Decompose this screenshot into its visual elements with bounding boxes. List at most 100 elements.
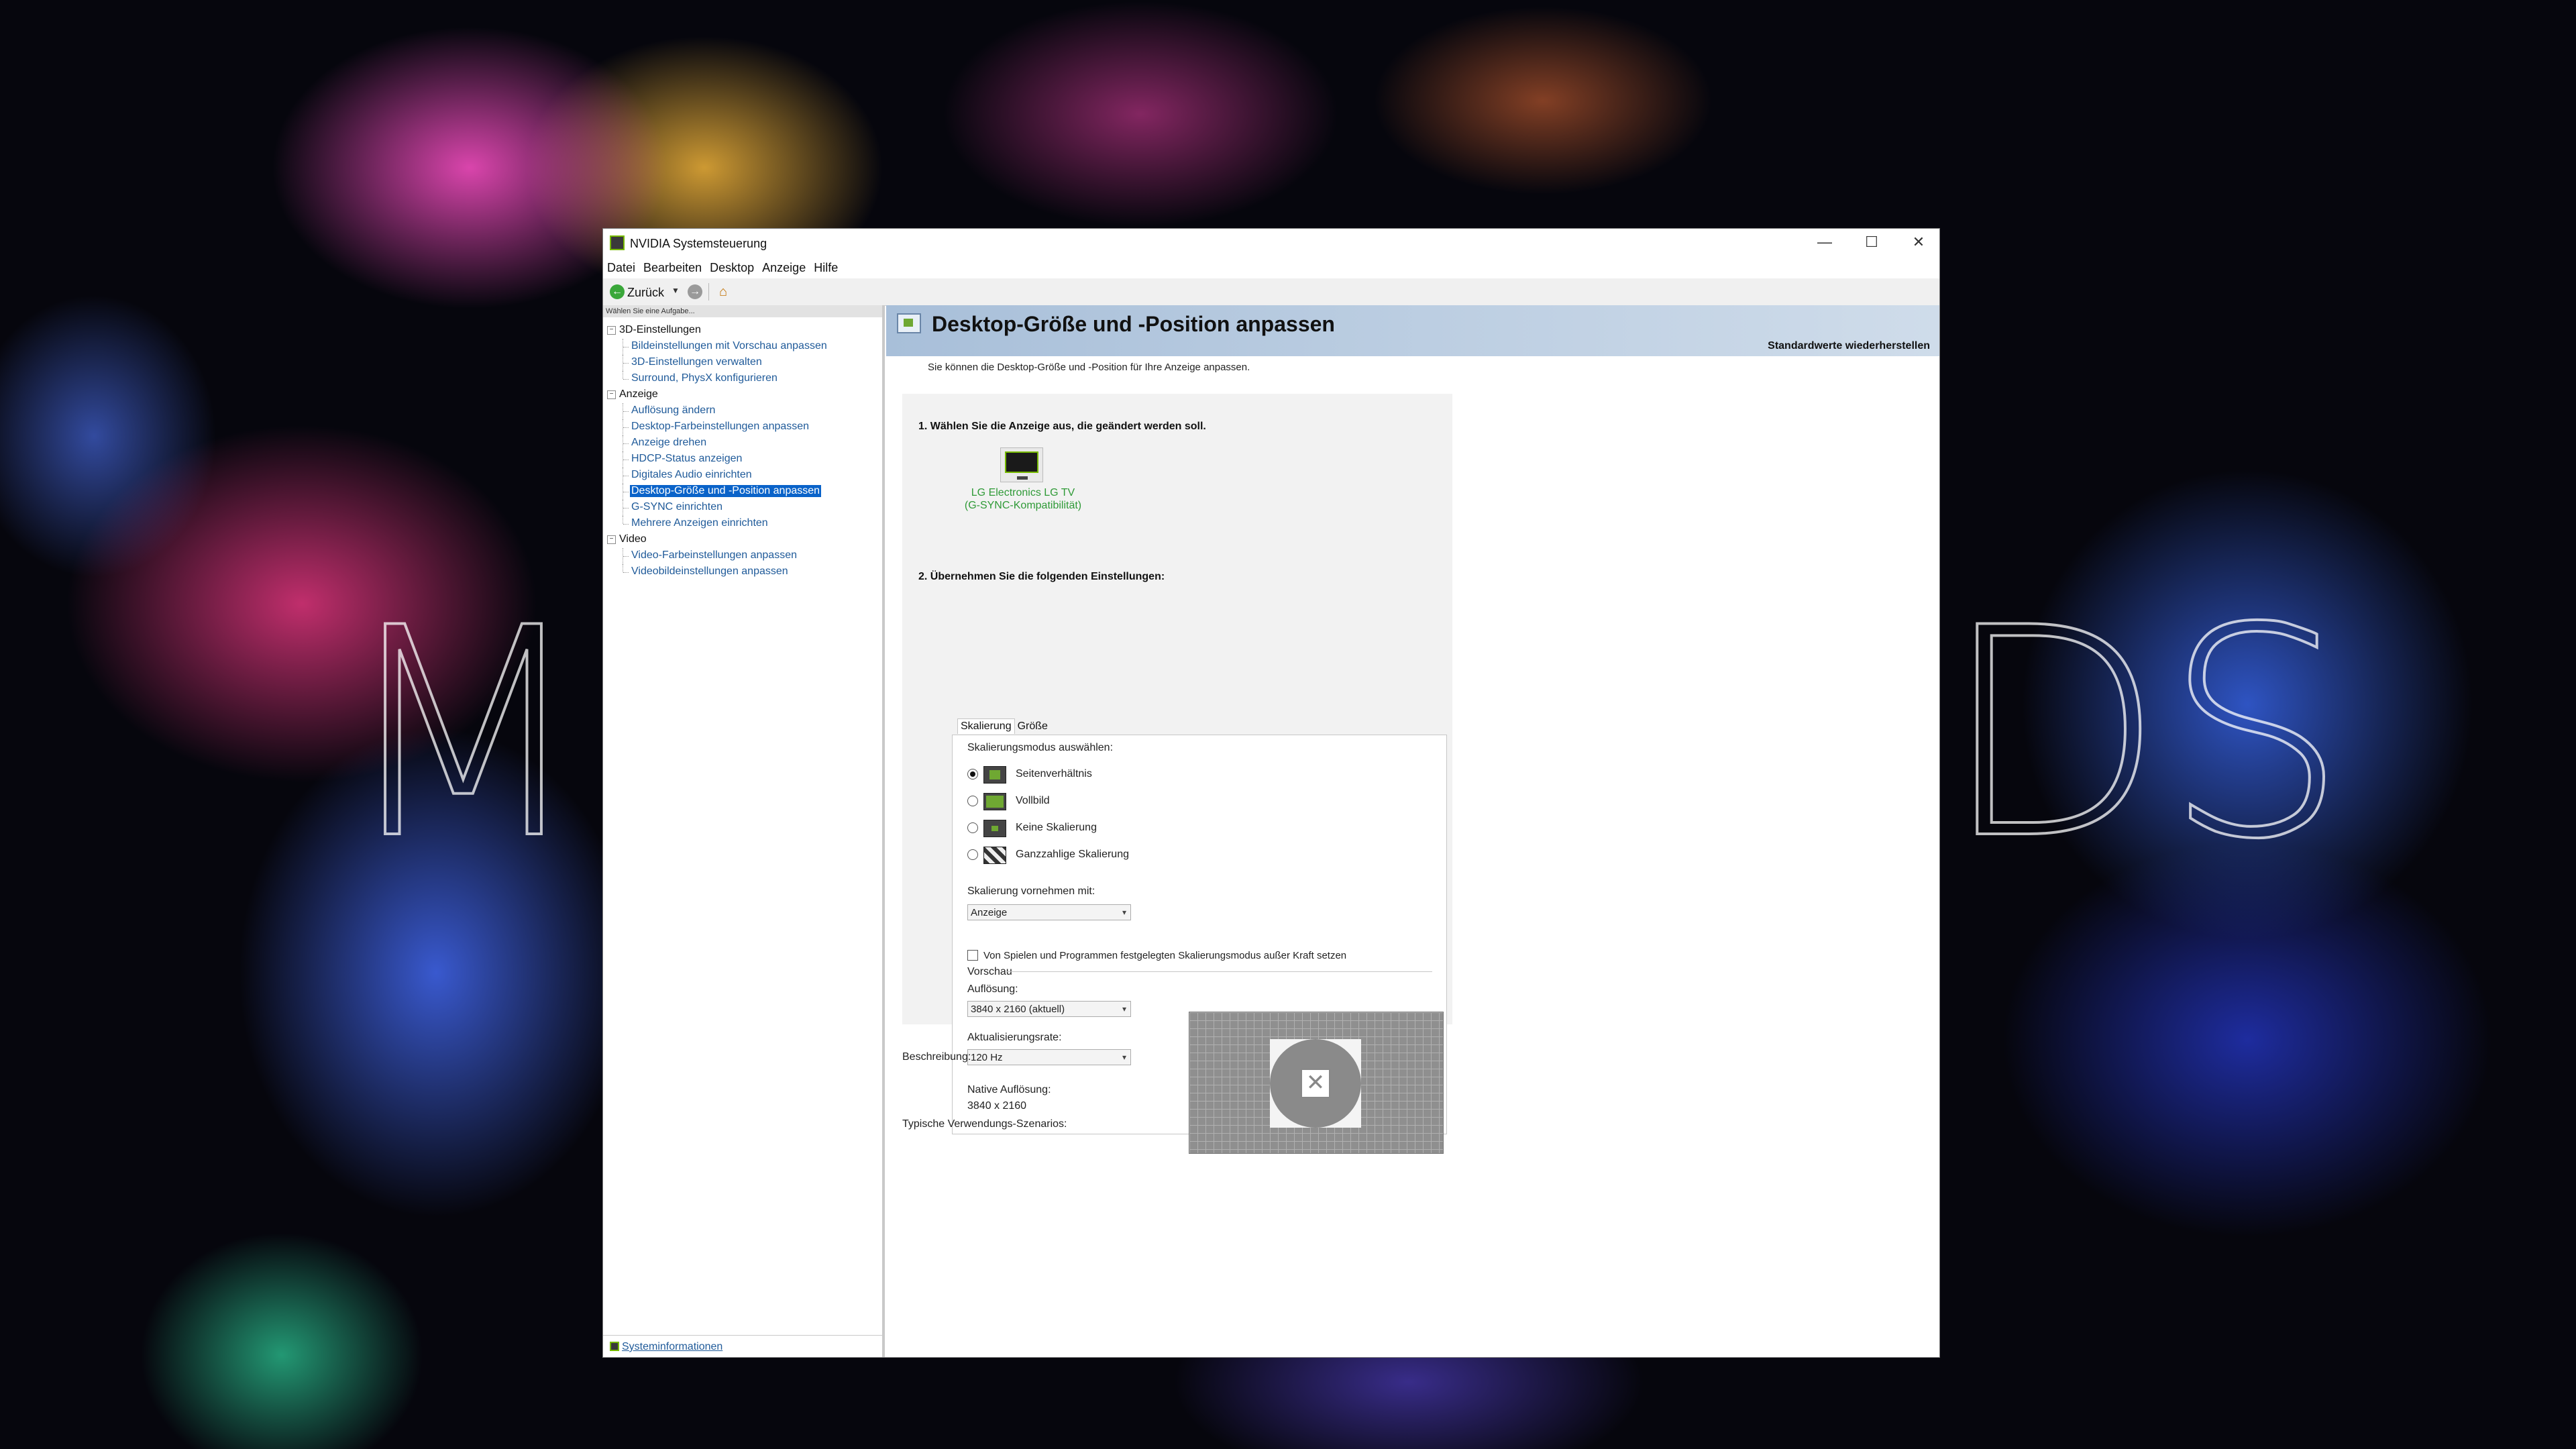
settings-area: 1. Wählen Sie die Anzeige aus, die geänd… [902, 394, 1452, 1154]
system-information-link[interactable]: Systeminformationen [610, 1341, 722, 1353]
tree-category-display[interactable]: − Anzeige [603, 387, 882, 403]
radio-aspect-ratio[interactable] [967, 769, 978, 780]
perform-scaling-select[interactable]: Anzeige ▾ [967, 904, 1131, 920]
tree-item-surround-physx[interactable]: Surround, PhysX konfigurieren [603, 371, 882, 387]
menu-desktop[interactable]: Desktop [706, 257, 758, 278]
desktop-size-page-icon [897, 313, 921, 333]
divider [603, 1335, 882, 1336]
override-scaling-checkbox[interactable] [967, 950, 978, 961]
tree-item-change-resolution[interactable]: Auflösung ändern [603, 403, 882, 419]
scaling-tab-panel: Skalierungsmodus auswählen: Seitenverhäl… [952, 735, 1447, 1154]
tab-scaling[interactable]: Skalierung [957, 718, 1015, 734]
nvidia-control-panel-window: NVIDIA Systemsteuerung — ☐ ✕ Datei Bearbe… [602, 228, 1940, 1358]
home-icon[interactable]: ⌂ [716, 284, 731, 299]
back-history-dropdown-icon[interactable]: ▼ [672, 286, 680, 295]
window-title: NVIDIA Systemsteuerung [630, 237, 767, 250]
resolution-select[interactable]: 3840 x 2160 (aktuell) ▾ [967, 1001, 1131, 1017]
radio-fullscreen[interactable] [967, 796, 978, 806]
tree-item-digital-audio[interactable]: Digitales Audio einrichten [603, 468, 882, 484]
menu-anzeige[interactable]: Anzeige [758, 257, 810, 278]
system-information-label[interactable]: Systeminformationen [622, 1341, 722, 1352]
back-arrow-icon[interactable]: ← [610, 284, 625, 299]
tree-item-label: G-SYNC einrichten [631, 501, 723, 513]
minimize-button[interactable]: — [1801, 229, 1848, 257]
forward-arrow-icon[interactable]: → [688, 284, 702, 299]
no-scaling-icon [983, 820, 1006, 837]
native-resolution-label: Native Auflösung: [967, 1084, 1051, 1095]
tree-item-label: Desktop-Farbeinstellungen anpassen [631, 421, 810, 432]
tree-item-label: Desktop-Größe und -Position anpassen [630, 485, 822, 497]
tree-item-desktop-size-position[interactable]: Desktop-Größe und -Position anpassen [603, 484, 882, 500]
perform-scaling-value: Anzeige [971, 907, 1008, 918]
content-pane: Desktop-Größe und -Position anpassen Sta… [886, 305, 1939, 1357]
tree-item-multiple-displays[interactable]: Mehrere Anzeigen einrichten [603, 516, 882, 532]
restore-defaults-link[interactable]: Standardwerte wiederherstellen [1768, 340, 1930, 352]
tree-item-label: Digitales Audio einrichten [631, 469, 752, 480]
tree-category-label: 3D-Einstellungen [619, 324, 701, 335]
tree-item-video-color-settings[interactable]: Video-Farbeinstellungen anpassen [603, 548, 882, 564]
tree-item-label: Video-Farbeinstellungen anpassen [631, 549, 797, 561]
settings-tabs: Skalierung Größe [957, 718, 1051, 734]
step-1-heading: 1. Wählen Sie die Anzeige aus, die geänd… [918, 421, 1206, 432]
chevron-down-icon: ▾ [1122, 1004, 1126, 1014]
scaling-option-label: Seitenverhältnis [1016, 768, 1092, 780]
tree-item-label: Bildeinstellungen mit Vorschau anpassen [631, 340, 827, 352]
menu-datei[interactable]: Datei [603, 257, 639, 278]
tree-category-label: Anzeige [619, 388, 658, 400]
page-header: Desktop-Größe und -Position anpassen Sta… [886, 305, 1939, 356]
display-name: LG Electronics LG TV [971, 487, 1075, 498]
tree-item-video-image-settings[interactable]: Videobildeinstellungen anpassen [603, 564, 882, 580]
chevron-down-icon: ▾ [1122, 908, 1126, 917]
page-description: Sie können die Desktop-Größe und -Positi… [928, 362, 1250, 373]
tree-item-gsync-setup[interactable]: G-SYNC einrichten [603, 500, 882, 516]
tree-item-image-settings-preview[interactable]: Bildeinstellungen mit Vorschau anpassen [603, 339, 882, 355]
tab-size[interactable]: Größe [1015, 719, 1051, 734]
title-bar: NVIDIA Systemsteuerung — ☐ ✕ [603, 229, 1939, 257]
back-button[interactable]: Zurück [627, 286, 664, 300]
menu-hilfe[interactable]: Hilfe [810, 257, 842, 278]
page-title: Desktop-Größe und -Position anpassen [932, 312, 1335, 336]
display-selector-lg-tv[interactable]: LG Electronics LG TV (G-SYNC-Kompatibili… [949, 486, 1097, 512]
tree-item-manage-3d-settings[interactable]: 3D-Einstellungen verwalten [603, 355, 882, 371]
tree-item-hdcp-status[interactable]: HDCP-Status anzeigen [603, 451, 882, 468]
refresh-rate-label: Aktualisierungsrate: [967, 1032, 1062, 1043]
native-resolution-value: 3840 x 2160 [967, 1100, 1027, 1112]
display-monitor-icon[interactable] [1000, 447, 1043, 482]
integer-scaling-icon [983, 847, 1006, 864]
tree-item-desktop-color-settings[interactable]: Desktop-Farbeinstellungen anpassen [603, 419, 882, 435]
radio-no-scaling[interactable] [967, 822, 978, 833]
collapse-icon[interactable]: − [607, 326, 616, 335]
menu-bearbeiten[interactable]: Bearbeiten [639, 257, 706, 278]
refresh-rate-select[interactable]: 120 Hz ▾ [967, 1049, 1131, 1065]
menu-bar: Datei Bearbeiten Desktop Anzeige Hilfe [603, 257, 1939, 278]
tree-category-video[interactable]: − Video [603, 532, 882, 548]
refresh-rate-value: 120 Hz [971, 1052, 1003, 1063]
tree-item-label: Mehrere Anzeigen einrichten [631, 517, 768, 529]
preview-group-label: Vorschau [967, 966, 1012, 977]
scaling-preview: ✕ [1189, 1012, 1444, 1154]
maximize-button[interactable]: ☐ [1848, 229, 1895, 257]
scaling-option-label: Ganzzahlige Skalierung [1016, 849, 1129, 860]
toolbar-separator [708, 283, 709, 301]
perform-scaling-label: Skalierung vornehmen mit: [967, 885, 1095, 897]
collapse-icon[interactable]: − [607, 535, 616, 544]
description-label: Beschreibung: [902, 1051, 971, 1063]
tree-category-3d-settings[interactable]: − 3D-Einstellungen [603, 323, 882, 339]
toolbar: ← Zurück ▼ → ⌂ [603, 278, 1939, 306]
system-info-icon [610, 1342, 619, 1351]
wallpaper-letters-right: DS [1941, 567, 2349, 902]
task-tree: − 3D-Einstellungen Bildeinstellungen mit… [603, 323, 882, 580]
preview-image-area: ✕ [1270, 1039, 1361, 1128]
tree-item-label: HDCP-Status anzeigen [631, 453, 743, 464]
aspect-ratio-icon [983, 766, 1006, 784]
collapse-icon[interactable]: − [607, 390, 616, 399]
scaling-option-label: Keine Skalierung [1016, 822, 1097, 833]
radio-integer-scaling[interactable] [967, 849, 978, 860]
tree-item-rotate-display[interactable]: Anzeige drehen [603, 435, 882, 451]
preview-cross-icon: ✕ [1301, 1069, 1330, 1098]
close-button[interactable]: ✕ [1895, 229, 1942, 257]
scaling-mode-label: Skalierungsmodus auswählen: [967, 742, 1114, 753]
override-scaling-label[interactable]: Von Spielen und Programmen festgelegten … [983, 950, 1346, 961]
step-2-heading: 2. Übernehmen Sie die folgenden Einstell… [918, 571, 1165, 582]
nvidia-app-icon [610, 235, 625, 250]
